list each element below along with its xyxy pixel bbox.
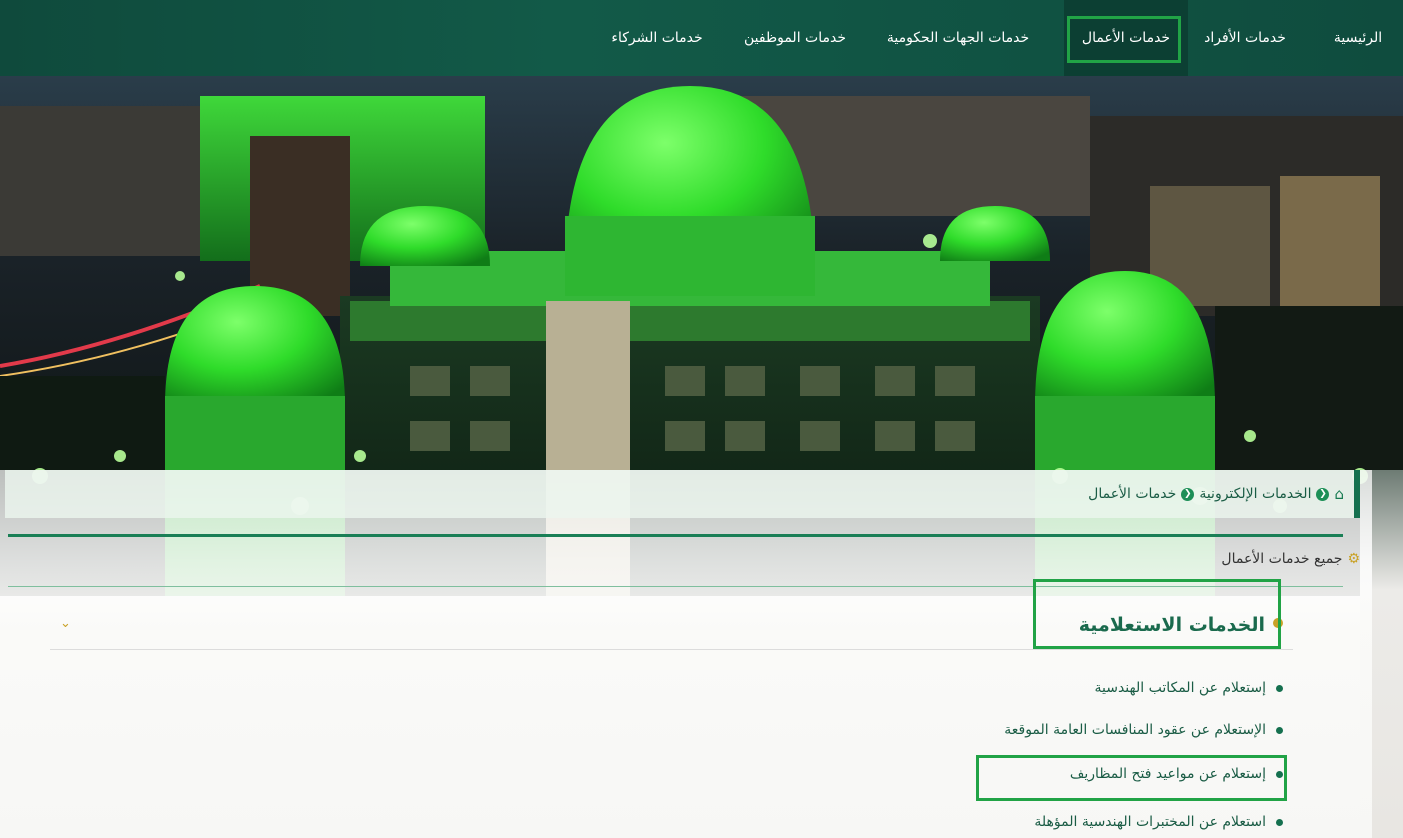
bullet-icon bbox=[1276, 770, 1283, 778]
home-icon[interactable]: ⌂ bbox=[1334, 486, 1344, 502]
bullet-icon bbox=[1276, 818, 1283, 826]
divider bbox=[8, 586, 1343, 587]
service-public-contracts[interactable]: الإستعلام عن عقود المنافسات العامة الموق… bbox=[1004, 722, 1283, 738]
breadcrumb: ⌂ ❮ الخدمات الإلكترونية ❮ خدمات الأعمال bbox=[5, 470, 1360, 518]
bullet-dot-icon bbox=[1273, 618, 1283, 628]
section-title: جميع خدمات الأعمال bbox=[1221, 551, 1343, 567]
nav-item-government[interactable]: خدمات الجهات الحكومية bbox=[873, 0, 1043, 76]
accordion-inquiry-services[interactable]: الخدمات الاستعلامية ⌄ bbox=[50, 604, 1293, 650]
bullet-icon bbox=[1276, 684, 1283, 692]
nav-item-label: خدمات الشركاء bbox=[611, 30, 703, 46]
nav-item-label: خدمات الأعمال bbox=[1081, 30, 1171, 46]
nav-item-label: الرئيسية bbox=[1333, 30, 1383, 46]
section-header: ⚙ جميع خدمات الأعمال bbox=[1221, 551, 1360, 567]
bullet-icon bbox=[1276, 726, 1283, 734]
service-label: الإستعلام عن عقود المنافسات العامة الموق… bbox=[1004, 722, 1266, 738]
accordion-title: الخدمات الاستعلامية bbox=[1078, 614, 1265, 636]
nav-item-label: خدمات الجهات الحكومية bbox=[886, 30, 1030, 46]
service-engineering-offices[interactable]: إستعلام عن المكاتب الهندسية bbox=[1094, 680, 1283, 696]
nav-item-label: خدمات الأفراد bbox=[1204, 30, 1286, 46]
nav-item-business[interactable]: خدمات الأعمال bbox=[1064, 0, 1188, 76]
service-engineering-labs[interactable]: استعلام عن المختبرات الهندسية المؤهلة bbox=[1034, 814, 1283, 830]
nav-item-home[interactable]: الرئيسية bbox=[1323, 0, 1393, 76]
chevron-down-icon[interactable]: ⌄ bbox=[60, 616, 71, 631]
chevron-left-icon: ❮ bbox=[1181, 487, 1195, 501]
nav-item-partners[interactable]: خدمات الشركاء bbox=[597, 0, 717, 76]
breadcrumb-item-eservices[interactable]: الخدمات الإلكترونية bbox=[1199, 486, 1311, 502]
service-label: استعلام عن المختبرات الهندسية المؤهلة bbox=[1034, 814, 1266, 830]
nav-item-label: خدمات الموظفين bbox=[744, 30, 846, 46]
divider bbox=[8, 534, 1343, 537]
gears-icon: ⚙ bbox=[1347, 551, 1360, 567]
top-navigation: الرئيسية خدمات الأفراد خدمات الأعمال خدم… bbox=[0, 0, 1403, 76]
service-label: إستعلام عن مواعيد فتح المظاريف bbox=[1069, 766, 1266, 782]
service-envelope-opening-dates[interactable]: إستعلام عن مواعيد فتح المظاريف bbox=[1070, 766, 1283, 782]
breadcrumb-item-business[interactable]: خدمات الأعمال bbox=[1088, 486, 1176, 502]
chevron-left-icon: ❮ bbox=[1316, 487, 1330, 501]
nav-item-employees[interactable]: خدمات الموظفين bbox=[725, 0, 865, 76]
nav-item-individuals[interactable]: خدمات الأفراد bbox=[1189, 0, 1301, 76]
service-label: إستعلام عن المكاتب الهندسية bbox=[1094, 680, 1266, 696]
content-area bbox=[0, 470, 1372, 838]
